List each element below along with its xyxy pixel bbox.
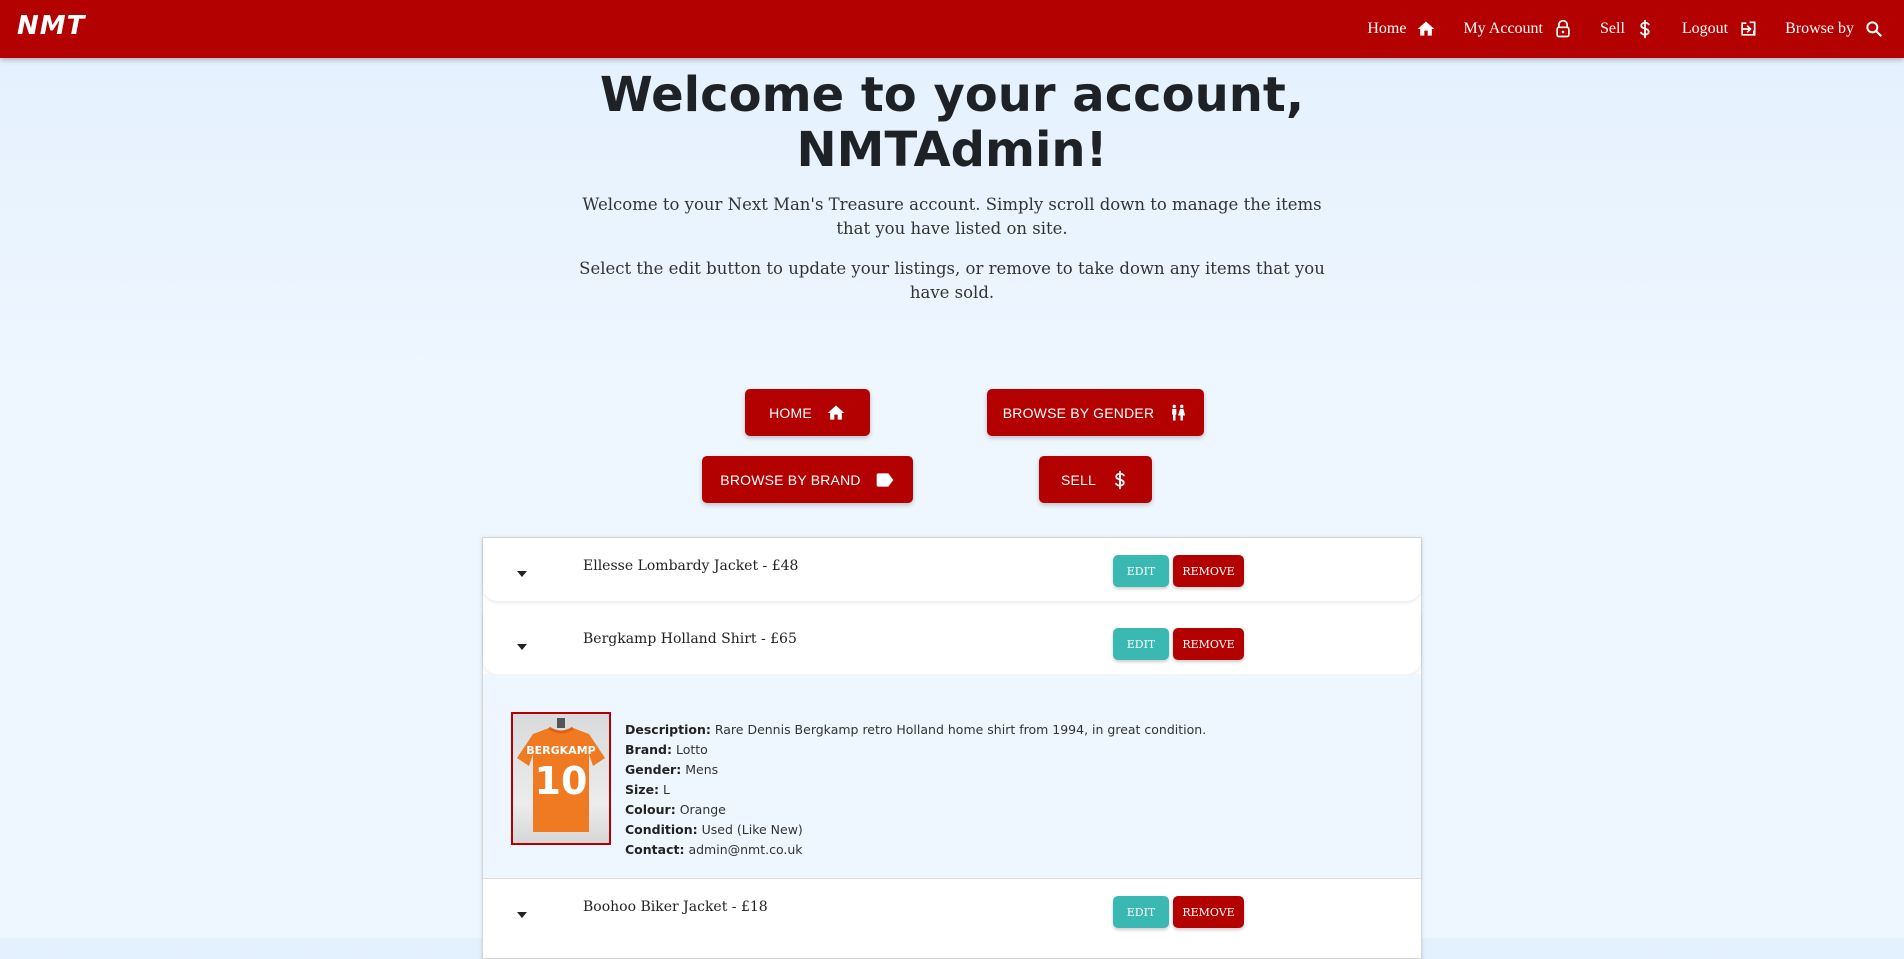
home-button[interactable]: HOME xyxy=(745,389,870,436)
dollar-icon xyxy=(1635,19,1655,39)
page-title-line2: NMTAdmin! xyxy=(796,122,1108,178)
shirt-number-text: 10 xyxy=(535,759,588,803)
nav-browse-by[interactable]: Browse by xyxy=(1785,19,1884,39)
detail-label: Contact: xyxy=(625,842,685,857)
page-title: Welcome to your account, NMTAdmin! xyxy=(552,68,1352,178)
remove-button[interactable]: REMOVE xyxy=(1173,896,1244,928)
edit-button[interactable]: EDIT xyxy=(1113,628,1169,660)
nav-logout-label: Logout xyxy=(1681,20,1729,37)
detail-colour: Colour: Orange xyxy=(625,800,1206,820)
detail-label: Colour: xyxy=(625,802,676,817)
nav-home-label: Home xyxy=(1367,20,1407,37)
sell-button[interactable]: SELL xyxy=(1039,456,1152,503)
caret-down-icon[interactable] xyxy=(516,904,528,923)
lock-icon xyxy=(1553,19,1573,39)
intro-paragraph-1: Welcome to your Next Man's Treasure acco… xyxy=(582,195,1322,238)
detail-size: Size: L xyxy=(625,780,1206,800)
detail-value: Orange xyxy=(679,802,726,817)
detail-value: Mens xyxy=(685,762,719,777)
listing-title: Boohoo Biker Jacket - £18 xyxy=(583,899,768,915)
listing-header[interactable]: Bergkamp Holland Shirt - £65 EDIT REMOVE xyxy=(483,611,1421,674)
sell-button-label: SELL xyxy=(1060,471,1097,488)
search-icon xyxy=(1864,19,1884,39)
detail-description: Description: Rare Dennis Bergkamp retro … xyxy=(625,720,1206,740)
listing-header[interactable]: Ellesse Lombardy Jacket - £48 EDIT REMOV… xyxy=(483,538,1421,601)
detail-condition: Condition: Used (Like New) xyxy=(625,820,1206,840)
detail-value: L xyxy=(663,782,670,797)
detail-label: Size: xyxy=(625,782,660,797)
product-image: BERGKAMP 10 xyxy=(511,712,611,845)
edit-button[interactable]: EDIT xyxy=(1113,555,1169,587)
listings-collapsible: Ellesse Lombardy Jacket - £48 EDIT REMOV… xyxy=(482,537,1422,959)
listing-title: Ellesse Lombardy Jacket - £48 xyxy=(583,558,799,574)
home-button-label: HOME xyxy=(769,404,812,421)
home-icon xyxy=(1416,19,1436,39)
detail-value: Lotto xyxy=(675,742,708,757)
dollar-icon xyxy=(1110,470,1130,490)
nav-my-account[interactable]: My Account xyxy=(1463,19,1573,39)
nav-home[interactable]: Home xyxy=(1367,19,1436,39)
listing-title: Bergkamp Holland Shirt - £65 xyxy=(583,631,797,647)
nav-logout[interactable]: Logout xyxy=(1682,19,1758,39)
people-icon xyxy=(1168,403,1188,423)
detail-value: Used (Like New) xyxy=(701,822,803,837)
home-icon xyxy=(826,403,846,423)
detail-brand: Brand: Lotto xyxy=(625,740,1206,760)
nav-browse-by-label: Browse by xyxy=(1785,20,1854,37)
browse-by-gender-label: BROWSE BY GENDER xyxy=(1002,404,1155,421)
shirt-name-text: BERGKAMP xyxy=(526,744,595,757)
nav-sell-label: Sell xyxy=(1600,20,1625,37)
browse-by-brand-button[interactable]: BROWSE BY BRAND xyxy=(702,456,913,503)
detail-value: admin@nmt.co.uk xyxy=(688,842,803,857)
detail-label: Gender: xyxy=(625,762,682,777)
detail-value: Rare Dennis Bergkamp retro Holland home … xyxy=(714,722,1207,737)
caret-down-icon[interactable] xyxy=(516,636,528,655)
detail-label: Brand: xyxy=(625,742,672,757)
page-title-line1: Welcome to your account, xyxy=(599,67,1305,123)
nav-sell[interactable]: Sell xyxy=(1600,19,1655,39)
remove-button[interactable]: REMOVE xyxy=(1173,555,1244,587)
browse-by-gender-button[interactable]: BROWSE BY GENDER xyxy=(987,389,1204,436)
edit-button[interactable]: EDIT xyxy=(1113,896,1169,928)
top-navbar: NMT Home My Account Sell Logout Browse b… xyxy=(0,0,1904,58)
logout-icon xyxy=(1738,19,1758,39)
listing-details-text: Description: Rare Dennis Bergkamp retro … xyxy=(625,720,1206,860)
nav-my-account-label: My Account xyxy=(1463,20,1543,37)
intro-paragraph-2: Select the edit button to update your li… xyxy=(579,259,1325,302)
detail-label: Condition: xyxy=(625,822,698,837)
detail-gender: Gender: Mens xyxy=(625,760,1206,780)
detail-contact: Contact: admin@nmt.co.uk xyxy=(625,840,1206,860)
listing-header[interactable]: Boohoo Biker Jacket - £18 EDIT REMOVE xyxy=(483,878,1421,942)
remove-button[interactable]: REMOVE xyxy=(1173,628,1244,660)
detail-label: Description: xyxy=(625,722,711,737)
brand-logo[interactable]: NMT xyxy=(17,11,85,41)
browse-by-brand-label: BROWSE BY BRAND xyxy=(720,471,861,488)
caret-down-icon[interactable] xyxy=(516,563,528,582)
nav-links: Home My Account Sell Logout Browse by xyxy=(1340,0,1884,58)
listing-details: BERGKAMP 10 Description: Rare Dennis Ber… xyxy=(483,674,1421,878)
tag-icon xyxy=(875,470,895,490)
